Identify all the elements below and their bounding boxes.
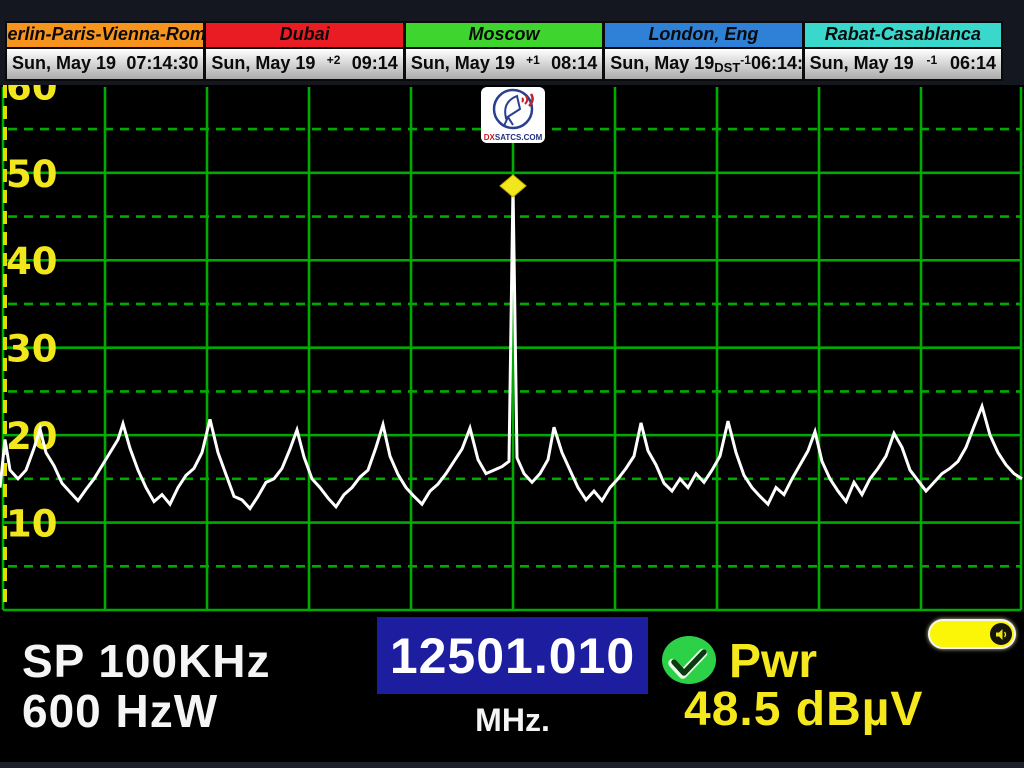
dxsatcs-logo: DXSATCS.COM bbox=[481, 87, 545, 143]
satellite-dish-icon bbox=[481, 87, 545, 131]
clock-london: London, Eng Sun, May 19 DST-1 06:14:30 bbox=[605, 23, 804, 79]
clock-time: 08:14 bbox=[551, 53, 597, 74]
clock-city-label: Moscow bbox=[406, 23, 602, 47]
clock-city-label: Berlin-Paris-Vienna-Roma bbox=[7, 23, 203, 47]
clock-berlin: Berlin-Paris-Vienna-Roma Sun, May 19 07:… bbox=[7, 23, 206, 79]
clock-date: Sun, May 19 bbox=[211, 53, 315, 74]
svg-text:40: 40 bbox=[6, 240, 58, 283]
lock-status-icon bbox=[661, 636, 717, 686]
frequency-display[interactable]: 12501.010 bbox=[377, 617, 648, 694]
meter-screen: Berlin-Paris-Vienna-Roma Sun, May 19 07:… bbox=[0, 0, 1024, 768]
clock-offset: +1 bbox=[515, 53, 551, 75]
svg-text:30: 30 bbox=[6, 328, 58, 371]
clock-time-cell: Sun, May 19 07:14:30 bbox=[7, 47, 203, 79]
clock-city-label: London, Eng bbox=[605, 23, 801, 47]
world-clock-bar: Berlin-Paris-Vienna-Roma Sun, May 19 07:… bbox=[5, 21, 1003, 81]
bandwidth-setting-label: 600 HzW bbox=[22, 684, 218, 738]
speaker-icon bbox=[990, 623, 1012, 645]
frequency-unit-label: MHz. bbox=[377, 702, 648, 739]
volume-toggle[interactable] bbox=[928, 619, 1016, 649]
clock-offset: -1 bbox=[914, 53, 950, 75]
logo-text: DXSATCS.COM bbox=[481, 134, 545, 142]
clock-moscow: Moscow Sun, May 19 +1 08:14 bbox=[406, 23, 605, 79]
clock-time-cell: Sun, May 19 +2 09:14 bbox=[206, 47, 402, 79]
clock-rabat: Rabat-Casablanca Sun, May 19 -1 06:14 bbox=[805, 23, 1001, 79]
clock-dubai: Dubai Sun, May 19 +2 09:14 bbox=[206, 23, 405, 79]
bottom-strip bbox=[0, 762, 1024, 768]
svg-text:10: 10 bbox=[6, 503, 58, 546]
svg-text:50: 50 bbox=[6, 153, 58, 196]
power-label: Pwr bbox=[729, 634, 817, 689]
spectrum-plot: 605040302010 bbox=[0, 85, 1024, 612]
power-value: 48.5 dBµV bbox=[684, 682, 923, 737]
clock-time: 06:14 bbox=[950, 53, 996, 74]
clock-date: Sun, May 19 bbox=[810, 53, 914, 74]
clock-date: Sun, May 19 bbox=[12, 53, 116, 74]
clock-time-cell: Sun, May 19 DST-1 06:14:30 bbox=[605, 47, 801, 79]
clock-time-cell: Sun, May 19 +1 08:14 bbox=[406, 47, 602, 79]
clock-time: 07:14:30 bbox=[126, 53, 198, 74]
clock-date: Sun, May 19 bbox=[411, 53, 515, 74]
check-icon bbox=[661, 636, 717, 686]
frequency-value: 12501.010 bbox=[390, 627, 635, 685]
clock-offset: DST-1 bbox=[714, 53, 751, 75]
span-setting-label: SP 100KHz bbox=[22, 634, 271, 688]
clock-city-label: Rabat-Casablanca bbox=[805, 23, 1001, 47]
clock-time-cell: Sun, May 19 -1 06:14 bbox=[805, 47, 1001, 79]
clock-date: Sun, May 19 bbox=[610, 53, 714, 74]
clock-time: 09:14 bbox=[352, 53, 398, 74]
clock-offset: +2 bbox=[315, 53, 351, 75]
clock-city-label: Dubai bbox=[206, 23, 402, 47]
svg-text:60: 60 bbox=[6, 85, 58, 108]
